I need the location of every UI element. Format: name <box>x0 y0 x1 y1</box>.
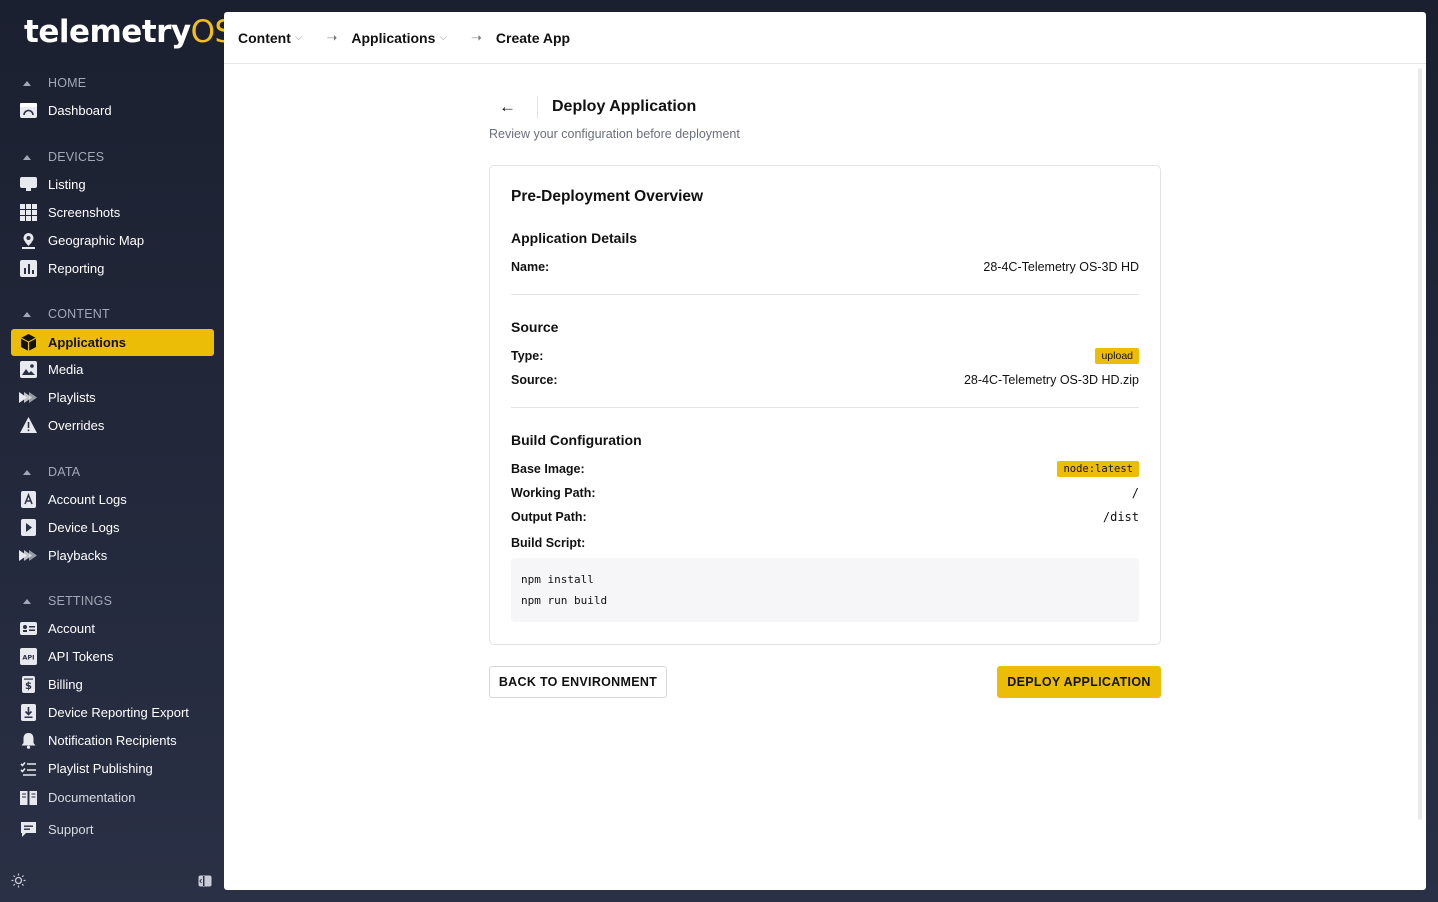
sidebar: telemetryOS HOME Dashboard DEVICES Listi… <box>0 0 234 902</box>
scrollbar[interactable] <box>1418 68 1422 820</box>
chevron-down-icon: ⌵ <box>294 32 303 43</box>
breadcrumb: Content ⌵ ➝ Applications ⌵ ➝ Create App <box>224 12 1426 64</box>
warning-icon <box>19 417 37 435</box>
sidebar-item-dashboard[interactable]: Dashboard <box>11 97 214 124</box>
detail-row-build-script: Build Script: <box>511 536 586 550</box>
arrow-right-icon: ➝ <box>326 29 338 45</box>
sidebar-item-playlists[interactable]: Playlists <box>11 384 214 411</box>
detail-row-working-path: Working Path: / <box>511 486 1139 500</box>
script-line: npm install <box>521 573 594 586</box>
image-icon <box>19 361 37 379</box>
bar-chart-icon <box>19 260 37 278</box>
deploy-content: ← Deploy Application Review your configu… <box>489 94 1161 698</box>
chevron-down-icon: ⌵ <box>439 32 447 43</box>
grid-icon <box>19 204 37 222</box>
sidebar-item-listing[interactable]: Listing <box>11 171 214 198</box>
section-title-application-details: Application Details <box>511 230 638 246</box>
detail-row-output-path: Output Path: /dist <box>511 510 1139 524</box>
build-script-box: npm install npm run build <box>511 558 1139 622</box>
monitor-icon <box>19 176 37 194</box>
sidebar-item-support[interactable]: Support <box>11 816 214 843</box>
playback-icon <box>19 547 37 565</box>
app-name-value: 28-4C-Telemetry OS-3D HD <box>983 260 1139 274</box>
type-badge: upload <box>1095 348 1139 364</box>
section-data[interactable]: DATA <box>20 463 80 481</box>
page-subtitle: Review your configuration before deploym… <box>489 127 740 141</box>
account-log-icon <box>19 491 37 509</box>
sidebar-item-screenshots[interactable]: Screenshots <box>11 199 214 226</box>
book-icon <box>19 789 37 807</box>
section-content[interactable]: CONTENT <box>20 305 110 323</box>
sidebar-item-applications[interactable]: Applications <box>11 329 214 356</box>
pre-deployment-card: Pre-Deployment Overview Application Deta… <box>489 165 1161 645</box>
divider <box>511 407 1139 408</box>
map-pin-icon <box>19 232 37 250</box>
breadcrumb-content[interactable]: Content ⌵ <box>238 30 302 46</box>
base-image-badge: node:latest <box>1057 461 1139 477</box>
page-title: Deploy Application <box>552 98 697 115</box>
caret-up-icon <box>23 598 31 604</box>
device-log-icon <box>19 519 37 537</box>
working-path-value: / <box>1131 486 1139 500</box>
caret-up-icon <box>23 154 31 160</box>
download-icon <box>19 704 37 722</box>
card-title: Pre-Deployment Overview <box>511 188 704 205</box>
section-devices[interactable]: DEVICES <box>20 148 104 166</box>
playlist-icon <box>19 389 37 407</box>
sidebar-item-overrides[interactable]: Overrides <box>11 412 214 439</box>
section-settings[interactable]: SETTINGS <box>20 592 112 610</box>
breadcrumb-applications[interactable]: Applications ⌵ <box>351 30 447 46</box>
sidebar-item-playbacks[interactable]: Playbacks <box>11 542 214 569</box>
chat-icon <box>19 821 37 839</box>
sidebar-item-media[interactable]: Media <box>11 356 214 383</box>
output-path-value: /dist <box>1102 510 1139 524</box>
sidebar-item-account-logs[interactable]: Account Logs <box>11 486 214 513</box>
collapse-sidebar-icon[interactable] <box>198 874 212 892</box>
sidebar-footer <box>0 870 224 892</box>
detail-row-base-image: Base Image: node:latest <box>511 460 1139 478</box>
page-header: ← Deploy Application <box>489 94 1161 120</box>
detail-row-type: Type: upload <box>511 347 1139 365</box>
arrow-right-icon: ➝ <box>471 29 482 45</box>
sidebar-item-api-tokens[interactable]: API API Tokens <box>11 643 214 670</box>
dashboard-icon <box>19 102 37 120</box>
api-icon: API <box>19 648 37 666</box>
sidebar-item-notification-recipients[interactable]: Notification Recipients <box>11 727 214 754</box>
caret-up-icon <box>23 469 31 475</box>
sidebar-item-billing[interactable]: $ Billing <box>11 671 214 698</box>
script-line: npm run build <box>521 594 608 607</box>
section-home[interactable]: HOME <box>20 74 86 92</box>
cube-icon <box>19 334 37 352</box>
theme-toggle-sun-icon[interactable] <box>11 873 26 893</box>
section-title-build-configuration: Build Configuration <box>511 432 642 448</box>
sidebar-item-reporting[interactable]: Reporting <box>11 255 214 282</box>
svg-text:$: $ <box>25 681 32 692</box>
main-panel: Content ⌵ ➝ Applications ⌵ ➝ Create App ← … <box>224 12 1426 890</box>
breadcrumb-create-app: Create App <box>495 29 571 46</box>
sidebar-item-playlist-publishing[interactable]: Playlist Publishing <box>11 755 214 782</box>
detail-row-source: Source: 28-4C-Telemetry OS-3D HD.zip <box>511 373 1139 387</box>
divider <box>511 294 1139 295</box>
bell-icon <box>19 732 37 750</box>
sidebar-item-geographic-map[interactable]: Geographic Map <box>11 227 214 254</box>
logo[interactable]: telemetryOS <box>24 14 234 50</box>
sidebar-item-device-reporting-export[interactable]: Device Reporting Export <box>11 699 214 726</box>
caret-up-icon <box>23 80 31 86</box>
checklist-icon <box>19 760 37 778</box>
back-arrow-icon[interactable]: ← <box>489 96 538 118</box>
svg-text:API: API <box>22 654 34 662</box>
section-title-source: Source <box>511 319 559 335</box>
sidebar-item-device-logs[interactable]: Device Logs <box>11 514 214 541</box>
back-to-environment-button[interactable]: BACK TO ENVIRONMENT <box>489 666 667 698</box>
action-bar: BACK TO ENVIRONMENT DEPLOY APPLICATION <box>489 666 1161 698</box>
sidebar-item-documentation[interactable]: Documentation <box>11 784 214 811</box>
caret-up-icon <box>23 311 31 317</box>
detail-row-name: Name: 28-4C-Telemetry OS-3D HD <box>511 260 1139 274</box>
deploy-application-button[interactable]: DEPLOY APPLICATION <box>997 666 1161 698</box>
source-value: 28-4C-Telemetry OS-3D HD.zip <box>963 373 1139 387</box>
billing-icon: $ <box>19 676 37 694</box>
id-card-icon <box>19 620 37 638</box>
sidebar-item-account[interactable]: Account <box>11 615 214 642</box>
